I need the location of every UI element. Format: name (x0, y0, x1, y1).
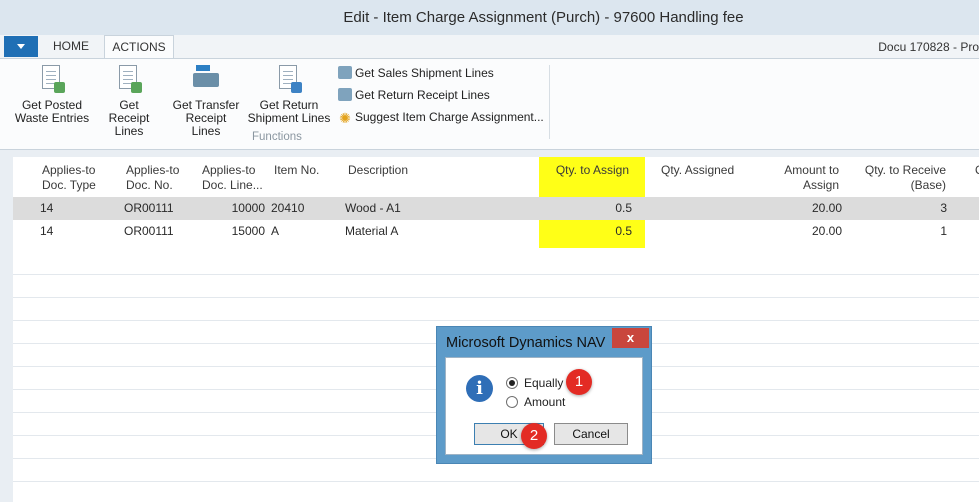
col-header-applies-doc-type[interactable]: Applies-to Doc. Type (42, 163, 96, 193)
col-header-qty-to-receive[interactable]: Qty. to Receive (Base) (853, 163, 946, 193)
return-doc-icon (276, 65, 302, 93)
posted-doc-icon (39, 65, 65, 93)
col-header-qty-assigned[interactable]: Qty. Assigned (661, 163, 734, 178)
small-item-label: Get Sales Shipment Lines (355, 66, 494, 80)
col-header-applies-doc-line[interactable]: Applies-to Doc. Line... (202, 163, 263, 193)
option-label: Equally (524, 376, 564, 390)
button-label: Receipt Lines (185, 111, 227, 138)
cell-amount: 20.00 (811, 224, 842, 238)
col-header-item-no[interactable]: Item No. (274, 163, 319, 178)
header-line: Assign (802, 178, 839, 192)
get-sales-shipment-lines-button[interactable]: Get Sales Shipment Lines (338, 66, 494, 80)
table-row[interactable]: 14 OR00111 15000 A Material A 0.5 20.00 … (13, 220, 979, 243)
cell-doc-type: 14 (40, 201, 54, 215)
step-marker-2: 2 (521, 423, 547, 449)
small-item-label: Get Return Receipt Lines (355, 88, 490, 102)
button-label: Waste Entries (14, 111, 90, 125)
company-label: Docu 170828 - Pro (878, 40, 979, 54)
window-titlebar: Edit - Item Charge Assignment (Purch) - … (0, 0, 979, 35)
chevron-down-icon (17, 44, 25, 49)
info-icon: i (466, 375, 493, 402)
cell-amount: 20.00 (811, 201, 842, 215)
ribbon-divider (549, 65, 550, 139)
cell-qty-to-receive: 3 (940, 201, 947, 215)
option-label: Amount (524, 395, 566, 409)
cell-doc-type: 14 (40, 224, 54, 238)
suggest-item-charge-assignment-button[interactable]: ✺ Suggest Item Charge Assignment... (338, 110, 544, 125)
radio-selected-icon[interactable] (506, 377, 518, 389)
col-header-applies-doc-no[interactable]: Applies-to Doc. No. (126, 163, 179, 193)
get-posted-waste-entries-button[interactable]: Get Posted Waste Entries (14, 65, 90, 125)
receipt-doc-icon (116, 65, 142, 93)
ribbon-panel: Get Posted Waste Entries Get Receipt Lin… (0, 58, 979, 150)
get-return-receipt-lines-button[interactable]: Get Return Receipt Lines (338, 88, 490, 102)
get-receipt-lines-button[interactable]: Get Receipt Lines (93, 65, 165, 138)
button-label: Get Posted (21, 98, 83, 112)
cell-doc-line: 10000 (231, 201, 265, 215)
col-header-amount-to-assign[interactable]: Amount to Assign (755, 163, 839, 193)
radio-empty-icon[interactable] (506, 396, 518, 408)
option-equally[interactable]: Equally (506, 376, 563, 390)
header-line: Doc. Type (42, 178, 96, 192)
dialog-title: Microsoft Dynamics NAV (446, 335, 606, 351)
small-item-label: Suggest Item Charge Assignment... (355, 110, 544, 124)
header-line: Applies-to (202, 163, 256, 177)
window-title: Edit - Item Charge Assignment (Purch) - … (343, 9, 744, 26)
col-header-qty-to-assign[interactable]: Qty. to Assign (543, 163, 629, 178)
cell-doc-no: OR00111 (124, 224, 174, 238)
header-line: Doc. No. (126, 178, 173, 192)
cell-description: Wood - A1 (345, 201, 401, 215)
button-label: Receipt Lines (108, 111, 150, 138)
transfer-truck-icon (193, 65, 219, 93)
option-amount[interactable]: Amount (506, 395, 565, 409)
cell-doc-line: 15000 (231, 224, 265, 238)
button-label: Shipment Lines (247, 111, 331, 125)
header-line: Doc. Line... (202, 178, 263, 192)
header-line: Applies-to (42, 163, 96, 177)
cell-qty-to-assign[interactable]: 0.5 (573, 201, 632, 215)
button-label: Get (119, 98, 139, 112)
ribbon-group-label: Functions (252, 131, 302, 143)
table-row[interactable]: 14 OR00111 10000 20410 Wood - A1 0.5 20.… (13, 197, 979, 220)
cell-item-no: 20410 (271, 201, 305, 215)
get-return-shipment-lines-button[interactable]: Get Return Shipment Lines (246, 65, 332, 125)
step-marker-1: 1 (566, 369, 592, 395)
header-line: Applies-to (126, 163, 180, 177)
col-header-description[interactable]: Description (348, 163, 408, 178)
close-icon[interactable]: x (612, 328, 649, 348)
tab-actions[interactable]: ACTIONS (104, 35, 174, 59)
suggest-icon: ✺ (339, 110, 351, 126)
header-line: Amount to (784, 163, 839, 177)
app-menu-button[interactable] (4, 36, 38, 57)
cell-qty-to-assign[interactable]: 0.5 (573, 224, 632, 238)
cell-qty-to-receive: 1 (940, 224, 947, 238)
cell-description: Material A (345, 224, 399, 238)
header-line: Qty. to Receive (864, 163, 946, 177)
button-label: Get Return (259, 98, 319, 112)
header-line: (Base) (910, 178, 946, 192)
ribbon-tab-bar: HOME ACTIONS Docu 170828 - Pro (0, 35, 979, 59)
return-receipt-icon (338, 88, 352, 101)
cell-item-no: A (271, 224, 280, 238)
cell-doc-no: OR00111 (124, 201, 174, 215)
tab-home[interactable]: HOME (44, 35, 98, 58)
cancel-button[interactable]: Cancel (554, 423, 628, 445)
button-label: Get Transfer (172, 98, 240, 112)
sales-shipment-icon (338, 66, 352, 79)
col-header-partial[interactable]: Q (975, 163, 979, 178)
get-transfer-receipt-lines-button[interactable]: Get Transfer Receipt Lines (170, 65, 242, 138)
